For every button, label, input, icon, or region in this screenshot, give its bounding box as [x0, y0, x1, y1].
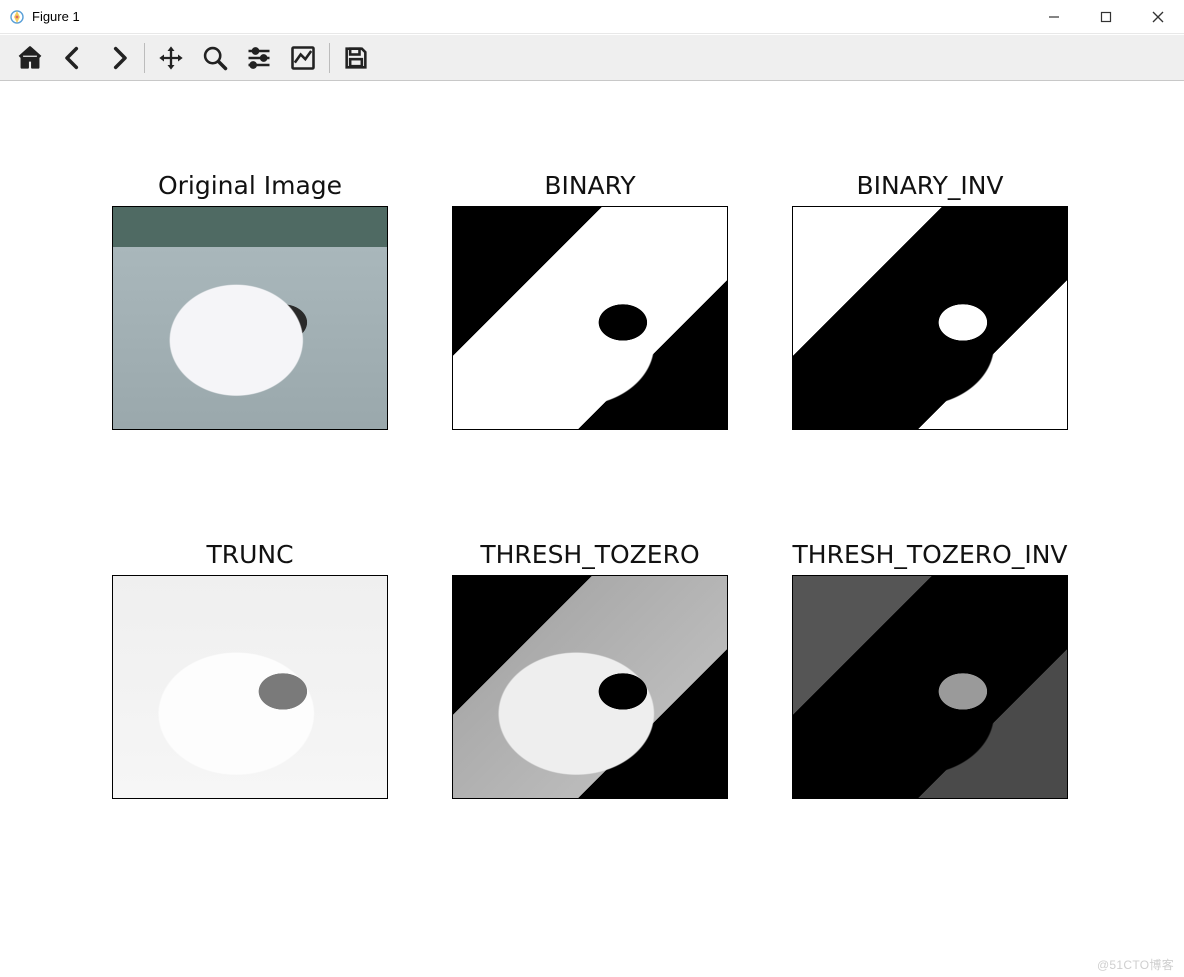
- title-bar: Figure 1: [0, 0, 1184, 34]
- subplot-binary-inv: BINARY_INV: [792, 171, 1068, 430]
- close-button[interactable]: [1132, 0, 1184, 33]
- subplot-trunc: TRUNC: [112, 540, 388, 799]
- edit-axes-button[interactable]: [281, 38, 325, 78]
- subplot-title: TRUNC: [206, 540, 293, 569]
- subplot-tozero: THRESH_TOZERO: [452, 540, 728, 799]
- figure-canvas[interactable]: Original Image BINARY BINARY_INV TRUNC T…: [0, 81, 1184, 977]
- subplot-image: [112, 206, 388, 430]
- home-button[interactable]: [8, 38, 52, 78]
- forward-button[interactable]: [96, 38, 140, 78]
- pan-button[interactable]: [149, 38, 193, 78]
- subplot-image: [112, 575, 388, 799]
- subplot-title: Original Image: [158, 171, 342, 200]
- save-button[interactable]: [334, 38, 378, 78]
- toolbar-separator: [144, 43, 145, 73]
- subplot-image: [452, 575, 728, 799]
- window-title: Figure 1: [32, 9, 80, 24]
- subplot-binary: BINARY: [452, 171, 728, 430]
- watermark: @51CTO博客: [1097, 956, 1174, 973]
- configure-subplots-button[interactable]: [237, 38, 281, 78]
- subplot-grid: Original Image BINARY BINARY_INV TRUNC T…: [80, 171, 1104, 799]
- toolbar: [0, 34, 1184, 81]
- back-button[interactable]: [52, 38, 96, 78]
- maximize-button[interactable]: [1080, 0, 1132, 33]
- window-controls: [1028, 0, 1184, 33]
- subplot-image: [792, 206, 1068, 430]
- subplot-title: BINARY_INV: [856, 171, 1003, 200]
- subplot-image: [792, 575, 1068, 799]
- subplot-title: THRESH_TOZERO: [480, 540, 699, 569]
- zoom-button[interactable]: [193, 38, 237, 78]
- subplot-image: [452, 206, 728, 430]
- toolbar-separator: [329, 43, 330, 73]
- minimize-button[interactable]: [1028, 0, 1080, 33]
- subplot-title: BINARY: [544, 171, 635, 200]
- subplot-original: Original Image: [112, 171, 388, 430]
- subplot-tozero-inv: THRESH_TOZERO_INV: [792, 540, 1068, 799]
- subplot-title: THRESH_TOZERO_INV: [793, 540, 1068, 569]
- app-icon: [8, 8, 26, 26]
